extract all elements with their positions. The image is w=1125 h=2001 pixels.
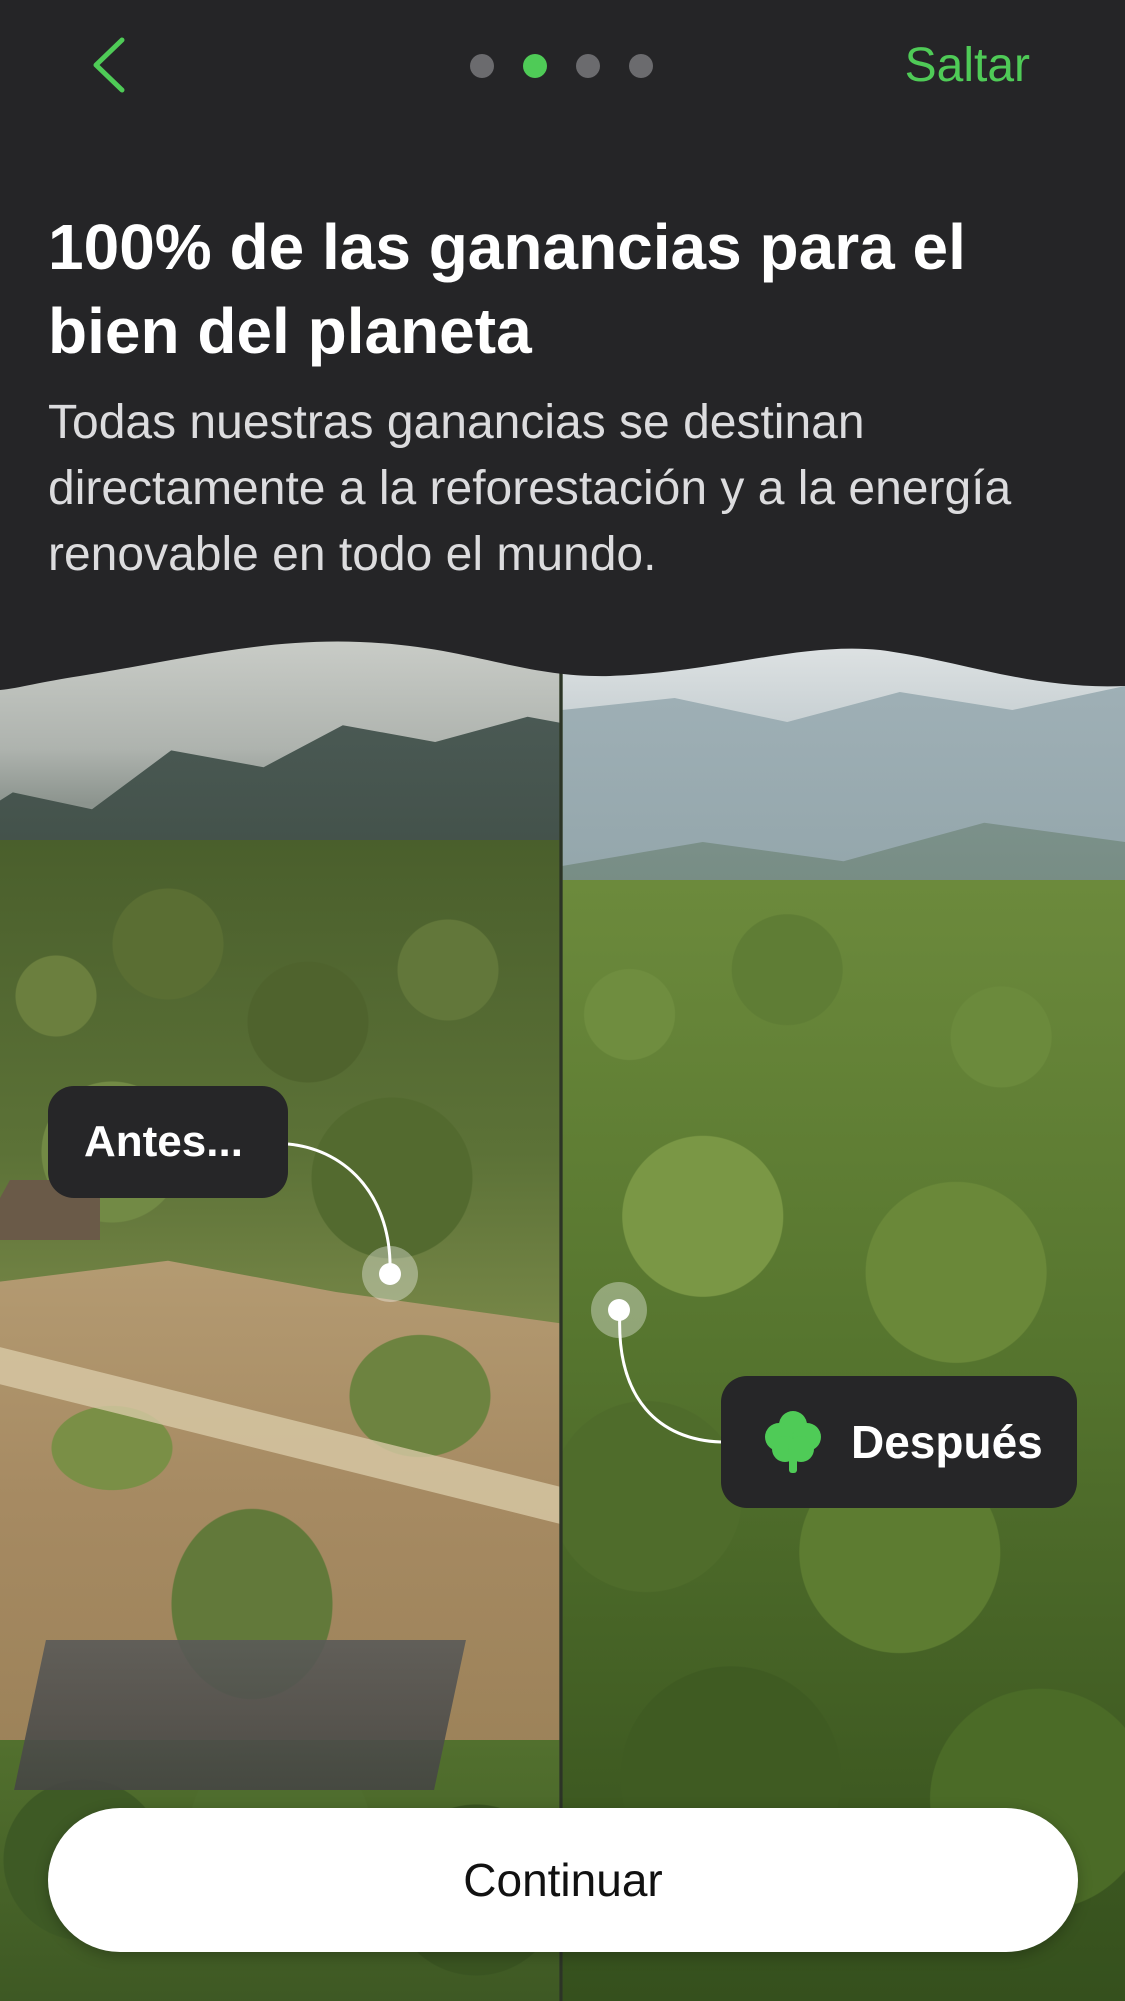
page-dot-4: [629, 54, 653, 78]
page-title: 100% de las ganancias para el bien del p…: [48, 211, 966, 367]
tree-icon: [765, 1411, 821, 1473]
before-after-photo: [0, 640, 1125, 2001]
continue-button[interactable]: Continuar: [48, 1808, 1078, 1952]
onboarding-screen: Saltar 100% de las ganancias para el bie…: [0, 0, 1125, 2001]
top-bar: Saltar: [0, 0, 1125, 130]
page-dot-2-active: [523, 54, 547, 78]
page-indicator: [470, 54, 653, 78]
shed-roof: [14, 1640, 466, 1790]
before-label: Antes...: [48, 1086, 288, 1198]
after-photo: [562, 640, 1125, 2001]
before-photo: [0, 640, 560, 2001]
skip-button[interactable]: Saltar: [905, 38, 1030, 93]
page-dot-1: [470, 54, 494, 78]
wave-separator: [0, 620, 1125, 690]
photo-divider: [559, 640, 563, 2001]
after-label-text: Después: [851, 1416, 1043, 1468]
page-subtitle: Todas nuestras ganancias se destinan dir…: [48, 396, 1012, 581]
page-dot-3: [576, 54, 600, 78]
back-button[interactable]: [78, 30, 138, 100]
after-label: Después: [721, 1376, 1077, 1508]
before-label-text: Antes...: [84, 1117, 243, 1166]
chevron-left-icon: [93, 37, 125, 93]
